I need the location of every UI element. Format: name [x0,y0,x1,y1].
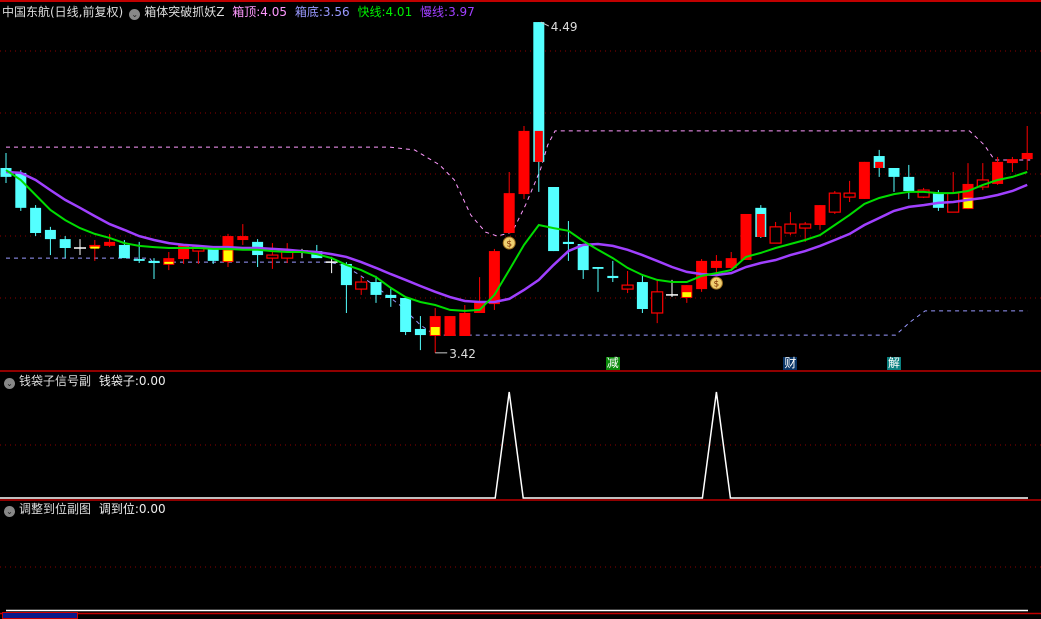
candle-body [355,281,368,290]
candle-body [237,236,249,241]
candle-body [843,192,856,198]
box-top-value: 4.05 [260,5,288,19]
main-header: 中国东航(日线,前复权) ⌄ 箱体突破抓妖Z 箱顶:4.05 箱底:3.56 快线:… [2,5,479,20]
candle-body [784,223,797,234]
slow-line-value: 3.97 [448,5,475,19]
sub2-dropdown-icon[interactable]: ⌄ [4,506,15,517]
box-bottom-line [6,257,1028,336]
candle-body [1006,159,1018,164]
sub1-dropdown-icon[interactable]: ⌄ [4,378,15,389]
candle-yellow-part [90,246,100,249]
sub1-label: 钱袋子: [98,374,139,388]
candle-body [548,187,560,252]
candle-body [621,284,634,290]
candle-body [814,205,826,226]
money-bag-symbol: $ [714,280,720,290]
candle-body [740,213,752,260]
candle-body [651,291,664,314]
sub2-header: ⌄ 调整到位副图 调到位:0.00 [2,502,170,517]
candle-body [518,130,530,195]
low-price-label: 3.42 [449,347,476,361]
slow-line-label: 慢线: [420,5,449,19]
fast-line-label: 快线: [357,5,386,19]
candle-inner-body [534,130,543,162]
candle-body [562,241,574,245]
candle-body [636,282,648,310]
candle-body [503,193,515,233]
candle-body [118,244,130,259]
candle-body [592,267,604,269]
candle-body [710,260,722,268]
candle-body [266,254,279,259]
box-top-label: 箱顶: [232,5,261,19]
candle-body [385,294,397,298]
candle-body [828,192,841,213]
sub2-value: 0.00 [138,502,166,516]
bottom-period-tab[interactable] [2,612,78,619]
candle-yellow-part [682,292,692,297]
candle-body [607,275,619,279]
candle-body [207,248,219,261]
money-bag-signal-line [0,391,1028,499]
candle-body [888,167,900,177]
candle-yellow-part [164,261,174,264]
candle-body [44,229,56,240]
money-bag-symbol: $ [506,239,512,249]
indicator-dropdown-icon[interactable]: ⌄ [129,9,141,20]
box-bottom-label: 箱底: [294,5,323,19]
candle-yellow-part [223,250,233,262]
kline-chart[interactable]: $ $4.49 3.42 [0,0,1041,617]
sub1-header: ⌄ 钱袋子信号副 钱袋子:0.00 [2,374,170,389]
candle-body [459,312,471,336]
slow-line [5,170,1028,304]
signal-marker: 财 [783,356,798,370]
candle-body [799,223,812,229]
candle-body [444,316,456,336]
sub1-value: 0.00 [138,374,166,388]
signal-marker: 减 [605,356,620,370]
sub1-title[interactable]: 钱袋子信号副 [19,374,91,388]
candle-body [474,301,486,313]
candle-body [414,328,426,336]
box-bottom-value: 3.56 [322,5,350,19]
candle-body [133,259,145,261]
fast-line-value: 4.01 [385,5,413,19]
candle-yellow-part [430,327,440,335]
signal-marker: 解 [887,356,901,370]
candle-body [1021,152,1033,160]
candle-body [932,193,944,208]
candle-body [903,176,915,191]
sub2-title[interactable]: 调整到位副图 [19,502,91,516]
candle-body [59,239,71,249]
stock-title: 中国东航(日线,前复权) [2,5,124,19]
indicator-name[interactable]: 箱体突破抓妖Z [144,5,224,19]
candle-body [148,260,160,264]
candle-body [104,241,116,246]
high-price-label: 4.49 [551,20,578,34]
candle-inner-body [875,161,884,168]
candle-body [577,244,589,271]
candle-body [370,282,382,295]
candle-body [400,297,412,333]
candle-body [30,207,42,233]
candle-body [769,226,782,244]
sub2-label: 调到位: [98,502,139,516]
candle-inner-body [756,213,765,237]
candle-body [858,161,870,199]
